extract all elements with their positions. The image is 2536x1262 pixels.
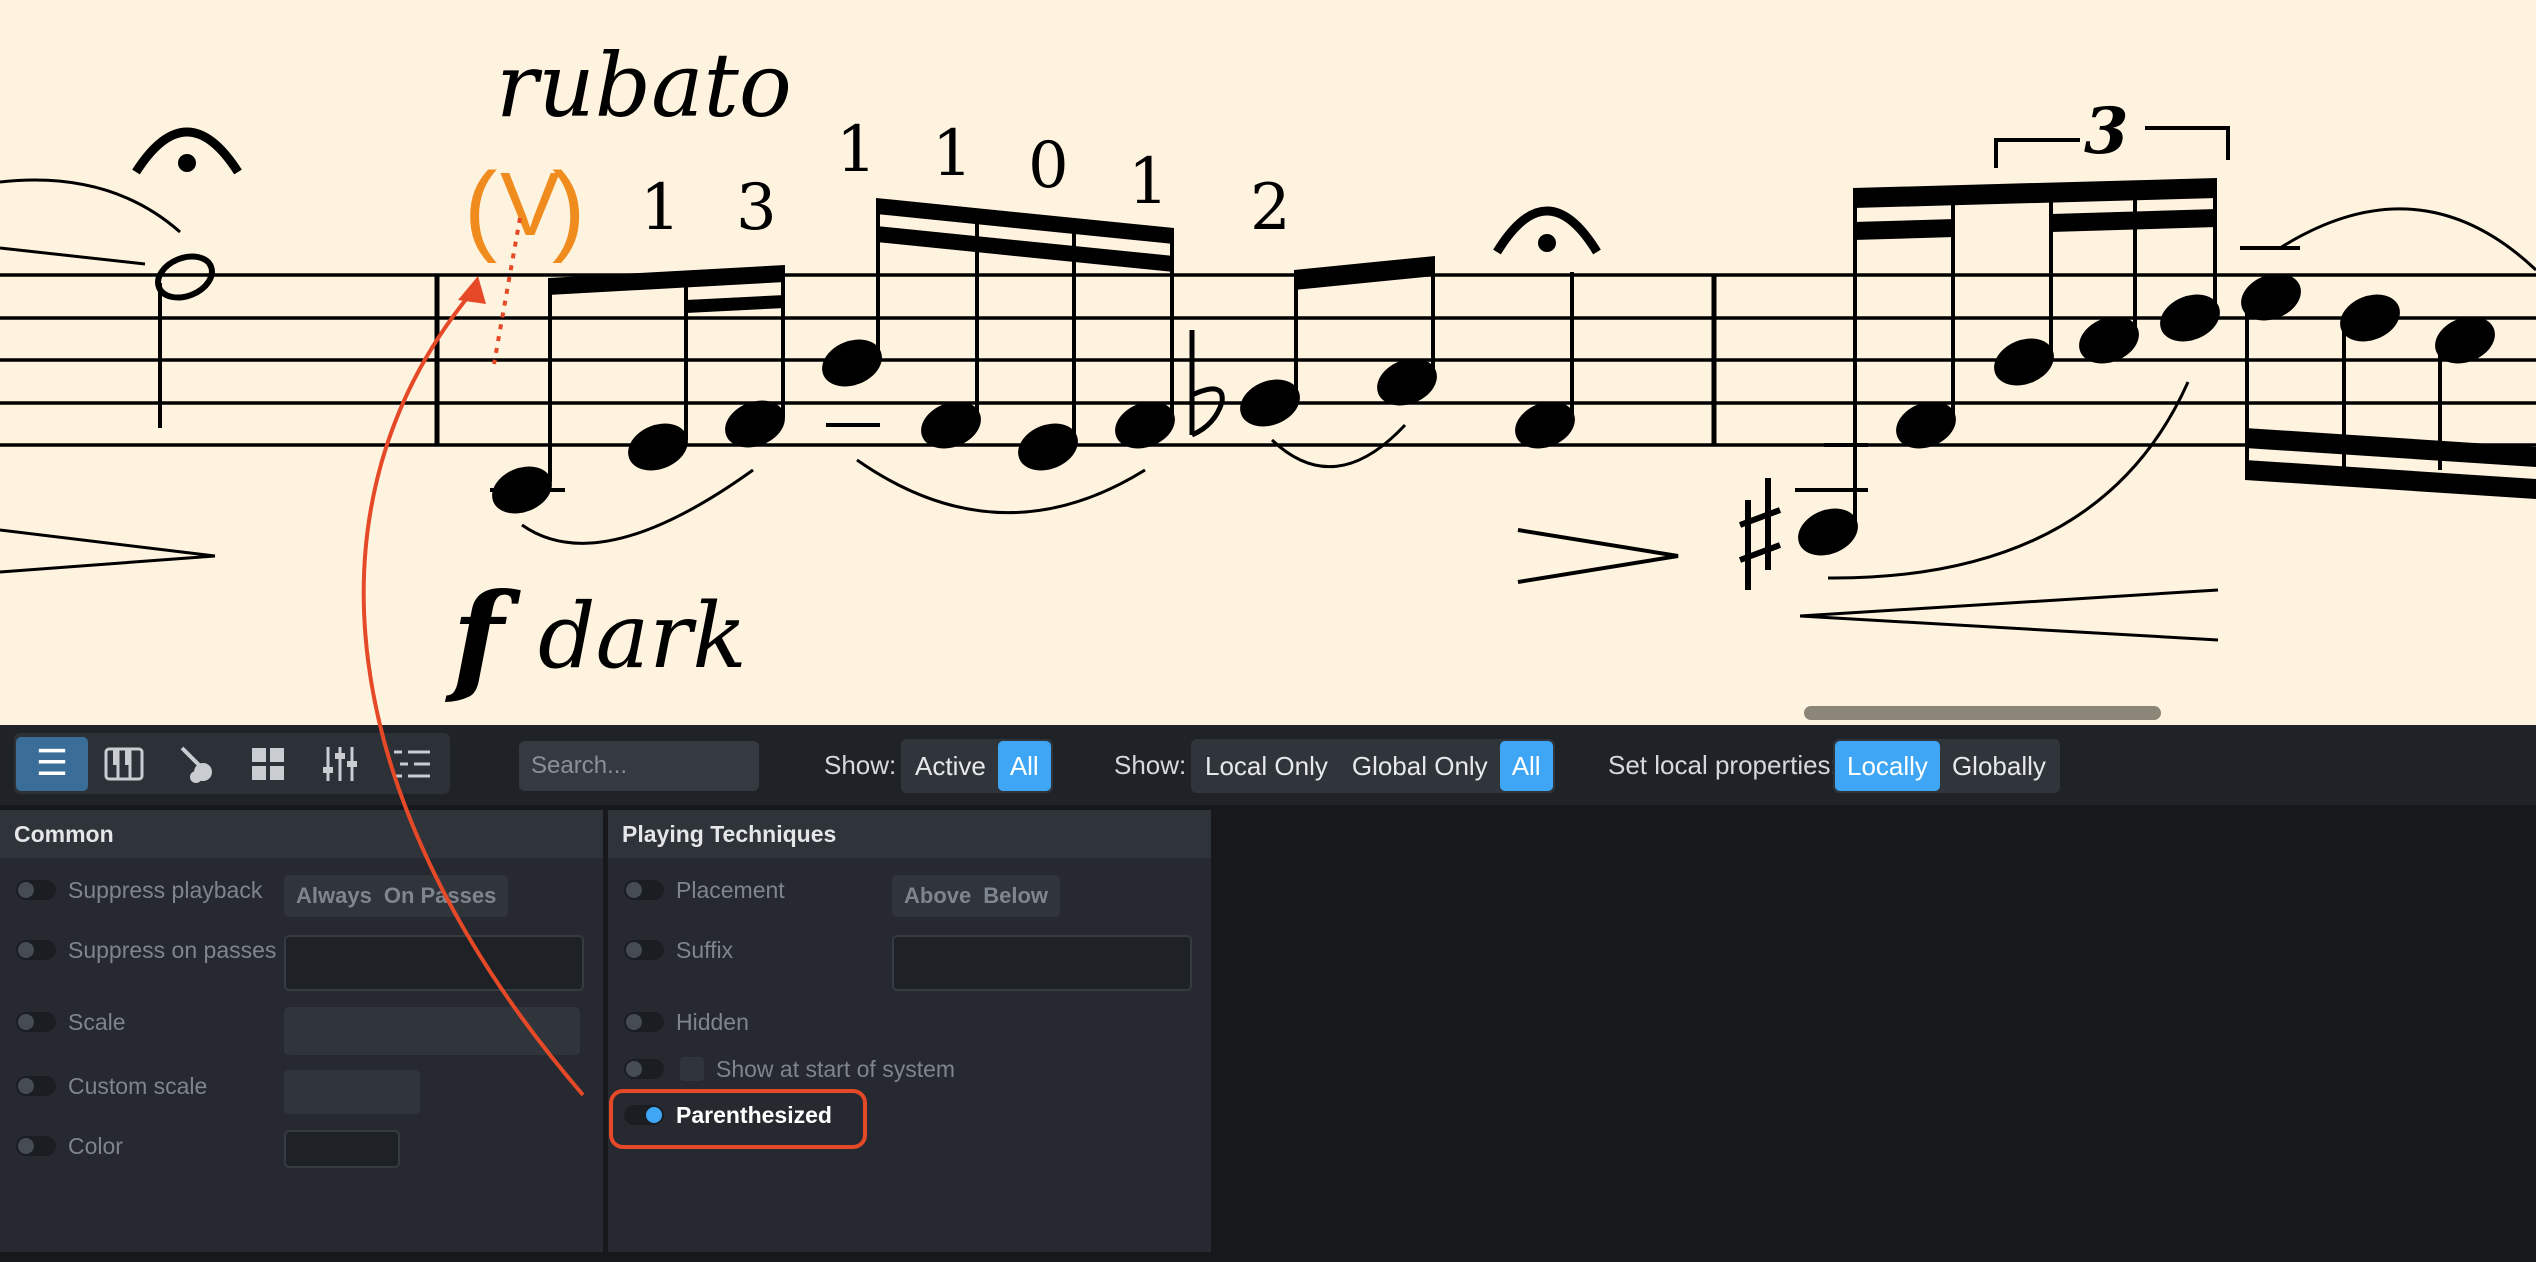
local-properties-selector: Locally Globally <box>1833 739 2060 793</box>
globally-button[interactable]: Globally <box>1940 741 2058 791</box>
dynamic-text[interactable]: dark <box>538 592 747 682</box>
accent <box>1517 528 1679 584</box>
custom-scale-toggle[interactable] <box>16 1076 56 1096</box>
suppress-on-passes-label: Suppress on passes <box>68 936 277 963</box>
music-notation <box>0 126 2536 642</box>
show-scope-label: Show: <box>1114 750 1187 780</box>
technique-paren-close: ) <box>552 152 586 264</box>
show-scope-selector: Local Only Global Only All <box>1191 739 1555 793</box>
locally-button[interactable]: Locally <box>1835 741 1940 791</box>
slur <box>0 178 181 234</box>
on-passes-option[interactable]: On Passes <box>378 883 503 909</box>
color-label: Color <box>68 1132 123 1159</box>
mixer-sliders-icon <box>323 746 357 781</box>
note <box>628 423 688 471</box>
technique-paren-open: ( <box>464 152 498 264</box>
show-at-start-label: Show at start of system <box>716 1055 956 1082</box>
score-view[interactable]: rubato f dark ( V ) 1 3 1 1 0 1 2 3 <box>0 0 2536 725</box>
custom-scale-field[interactable] <box>284 1070 420 1114</box>
hairpin <box>0 554 216 574</box>
fingering[interactable]: 3 <box>736 176 777 240</box>
horizontal-scrollbar[interactable] <box>1804 706 2161 720</box>
local-only-button[interactable]: Local Only <box>1193 741 1340 791</box>
show-at-start-checkbox[interactable] <box>680 1057 704 1081</box>
fingering[interactable]: 0 <box>1028 134 1069 198</box>
search-input[interactable] <box>519 741 759 791</box>
dynamic-forte[interactable]: f <box>452 578 504 698</box>
hairpin <box>0 528 216 558</box>
fingering[interactable]: 1 <box>640 176 681 240</box>
show-active-selector: Active All <box>901 739 1053 793</box>
below-option[interactable]: Below <box>977 883 1054 909</box>
suffix-toggle[interactable] <box>624 940 664 960</box>
common-panel-title: Common <box>0 810 603 858</box>
list-icon: ☰ <box>35 742 69 784</box>
hidden-label: Hidden <box>676 1008 749 1035</box>
fingering[interactable]: 1 <box>932 122 973 186</box>
tab-mixer[interactable] <box>304 737 376 791</box>
suffix-label: Suffix <box>676 936 734 963</box>
guitar-icon <box>180 746 212 783</box>
above-option[interactable]: Above <box>898 883 977 909</box>
tab-grid[interactable] <box>232 737 304 791</box>
fingering[interactable]: 1 <box>1128 150 1169 214</box>
global-only-button[interactable]: Global Only <box>1340 741 1500 791</box>
show-active-label: Show: <box>824 750 897 780</box>
piano-keys-icon <box>104 747 144 780</box>
properties-tab-group: ☰ <box>14 733 450 794</box>
tab-checklist[interactable] <box>376 737 448 791</box>
suppress-playback-toggle[interactable] <box>16 880 56 900</box>
sharp-accidental <box>1738 478 1782 590</box>
local-properties-label: Set local properties: <box>1608 750 1838 780</box>
custom-scale-label: Custom scale <box>68 1072 208 1099</box>
color-swatch[interactable] <box>284 1130 400 1168</box>
hairpin <box>0 246 146 266</box>
color-toggle[interactable] <box>16 1136 56 1156</box>
tab-keyboard[interactable] <box>88 737 160 791</box>
grid-icon <box>252 747 284 780</box>
scale-label: Scale <box>68 1008 126 1035</box>
fingering[interactable]: 1 <box>836 118 877 182</box>
playing-techniques-panel: Playing Techniques Placement Above Below… <box>608 810 1211 1252</box>
tuplet-number[interactable]: 3 <box>2084 100 2129 164</box>
scope-all-button[interactable]: All <box>1499 741 1553 791</box>
parenthesized-highlight <box>609 1089 867 1149</box>
tab-fretboard[interactable] <box>160 737 232 791</box>
tab-list[interactable]: ☰ <box>16 736 88 791</box>
show-all-button[interactable]: All <box>997 741 1051 791</box>
suffix-field[interactable] <box>892 935 1192 991</box>
show-at-start-toggle[interactable] <box>624 1059 664 1079</box>
placement-toggle[interactable] <box>624 880 664 900</box>
hidden-toggle[interactable] <box>624 1012 664 1032</box>
show-active-button[interactable]: Active <box>903 741 998 791</box>
scale-field[interactable] <box>284 1007 580 1055</box>
suppress-playback-label: Suppress playback <box>68 876 263 903</box>
suppress-on-passes-toggle[interactable] <box>16 940 56 960</box>
suppress-mode-selector: Always On Passes <box>284 875 509 917</box>
playing-techniques-title: Playing Techniques <box>608 810 1211 858</box>
scale-toggle[interactable] <box>16 1012 56 1032</box>
placement-label: Placement <box>676 876 785 903</box>
placement-selector: Above Below <box>892 875 1061 917</box>
flat-accidental <box>1189 330 1225 438</box>
checklist-icon <box>394 750 430 777</box>
tempo-text[interactable]: rubato <box>496 42 792 130</box>
fingering[interactable]: 2 <box>1250 176 1291 240</box>
suppress-passes-field[interactable] <box>284 935 584 991</box>
always-option[interactable]: Always <box>290 883 378 909</box>
common-panel: Common Suppress playback Always On Passe… <box>0 810 603 1252</box>
